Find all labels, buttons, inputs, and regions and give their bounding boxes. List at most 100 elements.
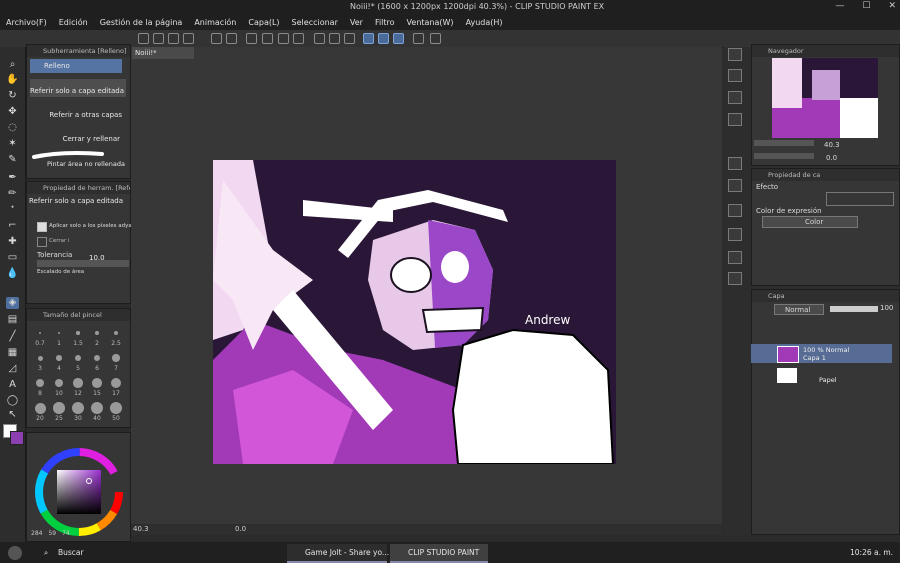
gradient-icon[interactable]: ▤ (6, 314, 19, 326)
menu-filter[interactable]: Filtro (375, 18, 395, 27)
menu-select[interactable]: Seleccionar (292, 18, 338, 27)
brush-size-cell[interactable]: 7 (107, 350, 125, 374)
color-wheel[interactable] (35, 448, 123, 536)
brush-size-cell[interactable]: 10 (50, 375, 68, 399)
menu-edit[interactable]: Edición (59, 18, 88, 27)
brush-size-cell[interactable]: 4 (50, 350, 68, 374)
tolerance-slider[interactable] (37, 260, 129, 267)
undo-icon[interactable] (211, 33, 222, 44)
canvas-artwork[interactable]: Andrew (213, 160, 616, 464)
deselect-icon[interactable] (314, 33, 325, 44)
menu-page[interactable]: Gestión de la página (100, 18, 183, 27)
panel-toggle-icon[interactable] (728, 48, 742, 61)
subtool-group-fill[interactable]: Relleno (30, 59, 122, 73)
eyedropper-icon[interactable]: ✎ (6, 154, 19, 166)
subtool-item-paint-unfilled[interactable]: Pintar área no rellenada (30, 148, 126, 168)
opacity-slider[interactable] (830, 306, 878, 312)
subtool-item-other-layers[interactable]: Referir a otras capas (30, 103, 126, 121)
close-button[interactable]: ✕ (888, 1, 896, 11)
ruler-icon[interactable]: ◿ (6, 363, 19, 375)
panel-toggle-icon[interactable] (728, 251, 742, 264)
apply-adjacent-checkbox[interactable] (37, 222, 47, 232)
redo-icon[interactable] (226, 33, 237, 44)
taskbar-search-input[interactable]: Buscar (58, 548, 84, 557)
brush-size-cell[interactable]: 12 (69, 375, 87, 399)
pen-icon[interactable]: ✒ (6, 172, 19, 184)
panel-toggle-icon[interactable] (728, 228, 742, 241)
navigator-zoom-slider[interactable] (754, 140, 814, 146)
brush-size-cell[interactable]: 2 (88, 325, 106, 349)
fill-tool-icon[interactable]: ◈ (6, 297, 19, 309)
menu-view[interactable]: Ver (350, 18, 363, 27)
pencil-icon[interactable]: ✏ (6, 188, 19, 200)
open-folder-icon[interactable] (168, 33, 179, 44)
brush-icon[interactable]: ᐩ (6, 204, 19, 216)
hand-icon[interactable]: ✋ (6, 74, 19, 86)
navigator-preview[interactable] (772, 58, 878, 138)
maximize-button[interactable]: ☐ (862, 1, 870, 11)
transform-icon[interactable] (293, 33, 304, 44)
balloon-icon[interactable]: ◯ (6, 395, 19, 407)
brush-size-cell[interactable]: 25 (50, 400, 68, 424)
brush-size-cell[interactable]: 20 (31, 400, 49, 424)
menu-animation[interactable]: Animación (194, 18, 236, 27)
move-icon[interactable]: ✥ (6, 106, 19, 118)
effect-buttons[interactable] (826, 192, 894, 206)
taskbar-app-clipstudio[interactable]: CLIP STUDIO PAINT (390, 544, 488, 563)
panel-toggle-icon[interactable] (728, 69, 742, 82)
frame-icon[interactable]: ▦ (6, 347, 19, 359)
menu-layer[interactable]: Capa(L) (248, 18, 279, 27)
brush-size-cell[interactable]: 8 (31, 375, 49, 399)
brush-size-cell[interactable]: 0.7 (31, 325, 49, 349)
layer-row[interactable]: Papel (751, 366, 892, 385)
brush-size-cell[interactable]: 6 (88, 350, 106, 374)
taskbar-search-icon[interactable]: ⌕ (44, 548, 48, 558)
brush-size-cell[interactable]: 17 (107, 375, 125, 399)
eraser-icon[interactable]: ▭ (6, 252, 19, 264)
settings-icon[interactable] (430, 33, 441, 44)
snap-grid-icon[interactable] (393, 33, 404, 44)
correct-line-icon[interactable]: ↖ (6, 409, 19, 421)
brush-size-cell[interactable]: 5 (69, 350, 87, 374)
minimize-button[interactable]: — (835, 1, 844, 11)
brush-size-cell[interactable]: 2.5 (107, 325, 125, 349)
figure-icon[interactable]: ╱ (6, 331, 19, 343)
clear-icon[interactable] (262, 33, 273, 44)
airbrush-icon[interactable]: ⌐ (6, 220, 19, 232)
brush-size-cell[interactable]: 40 (88, 400, 106, 424)
new-page-icon[interactable] (153, 33, 164, 44)
navigator-rotate-slider[interactable] (754, 153, 814, 159)
lasso-icon[interactable]: ◌ (6, 122, 19, 134)
save-icon[interactable] (183, 33, 194, 44)
close-gap-checkbox[interactable] (37, 237, 47, 247)
new-file-icon[interactable] (138, 33, 149, 44)
menu-help[interactable]: Ayuda(H) (466, 18, 503, 27)
brush-size-cell[interactable]: 3 (31, 350, 49, 374)
panel-toggle-icon[interactable] (728, 272, 742, 285)
blend-icon[interactable]: 💧 (6, 268, 19, 280)
brush-size-cell[interactable]: 1.5 (69, 325, 87, 349)
loading-icon[interactable] (246, 33, 257, 44)
selection-border-icon[interactable] (344, 33, 355, 44)
text-icon[interactable]: A (6, 379, 19, 391)
brush-size-cell[interactable]: 50 (107, 400, 125, 424)
snap-special-ruler-icon[interactable] (378, 33, 389, 44)
expression-color-select[interactable]: Color (762, 216, 858, 228)
rotate-icon[interactable]: ↻ (6, 90, 19, 102)
panel-toggle-icon[interactable] (728, 157, 742, 170)
clip-studio-icon[interactable] (413, 33, 424, 44)
snap-ruler-icon[interactable] (363, 33, 374, 44)
taskbar-app-gamejolt[interactable]: Game Jolt - Share yo... (287, 544, 389, 563)
brush-size-cell[interactable]: 30 (69, 400, 87, 424)
menu-file[interactable]: Archivo(F) (6, 18, 47, 27)
layer-row[interactable]: 100 % Normal Capa 1 (751, 344, 892, 363)
wand-icon[interactable]: ✶ (6, 138, 19, 150)
brush-size-cell[interactable]: 1 (50, 325, 68, 349)
subtool-item-edited-layer[interactable]: Referir solo a capa editada (30, 79, 126, 97)
fill-icon[interactable] (278, 33, 289, 44)
blend-mode-select[interactable]: Normal (774, 304, 824, 315)
panel-toggle-icon[interactable] (728, 91, 742, 104)
menu-window[interactable]: Ventana(W) (407, 18, 454, 27)
panel-toggle-icon[interactable] (728, 113, 742, 126)
start-icon[interactable] (8, 546, 22, 560)
